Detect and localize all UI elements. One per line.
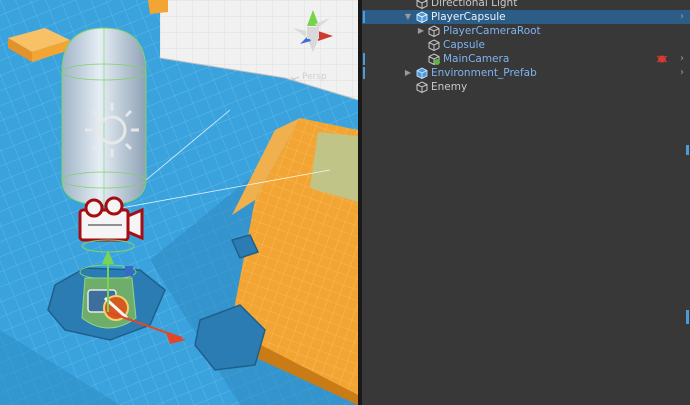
chevron-right-icon[interactable]: › [680,10,684,24]
gameobject-cube-icon [428,25,440,37]
added-gameobject-icon [428,53,440,65]
hierarchy-item-player-camera-root[interactable]: ▶ PlayerCameraRoot [362,24,690,38]
persp-label[interactable]: Persp [302,72,327,82]
hierarchy-item-environment-prefab[interactable]: ▶ Environment_Prefab › [362,66,690,80]
hierarchy-panel: Directional Light ▼ PlayerCapsule › ▶ Pl… [362,0,690,405]
prefab-cube-icon [416,67,428,79]
hierarchy-item-label: PlayerCameraRoot [443,25,541,37]
gameobject-cube-icon [416,0,428,9]
scene-view[interactable]: Persp [0,0,358,405]
player-capsule[interactable] [61,27,147,206]
hierarchy-item-label: Capsule [443,39,485,51]
chevron-right-icon[interactable]: › [680,66,684,80]
hierarchy-item-label: Enemy [431,81,468,93]
prefab-cube-icon [416,11,428,23]
hierarchy-item-enemy[interactable]: Enemy [362,80,690,94]
scrollbar-marker[interactable] [686,145,689,155]
hierarchy-item-label: Directional Light [431,0,518,9]
scrollbar-marker[interactable] [686,310,689,324]
orange-block-top [148,0,168,14]
hierarchy-item-label: PlayerCapsule [431,11,506,23]
gameobject-cube-icon [416,81,428,93]
hierarchy-item-label: MainCamera [443,53,510,65]
scene-canvas[interactable]: Persp [0,0,358,405]
prefab-override-marker [363,67,365,79]
chevron-right-icon[interactable]: › [680,52,684,66]
prefab-override-marker [363,11,365,23]
debug-bug-icon[interactable] [656,54,670,64]
expand-arrow-icon[interactable]: ▶ [403,66,413,80]
hierarchy-item-main-camera[interactable]: MainCamera › [362,52,690,66]
hierarchy-item-capsule[interactable]: Capsule [362,38,690,52]
expand-arrow-icon[interactable]: ▶ [416,24,426,38]
prefab-override-marker [363,53,365,65]
gameobject-cube-icon [428,39,440,51]
hierarchy-item-label: Environment_Prefab [431,67,537,79]
expand-arrow-icon[interactable]: ▼ [403,10,413,24]
hierarchy-item-player-capsule[interactable]: ▼ PlayerCapsule › [362,10,690,24]
hierarchy-item-directional-light[interactable]: Directional Light [362,0,690,10]
